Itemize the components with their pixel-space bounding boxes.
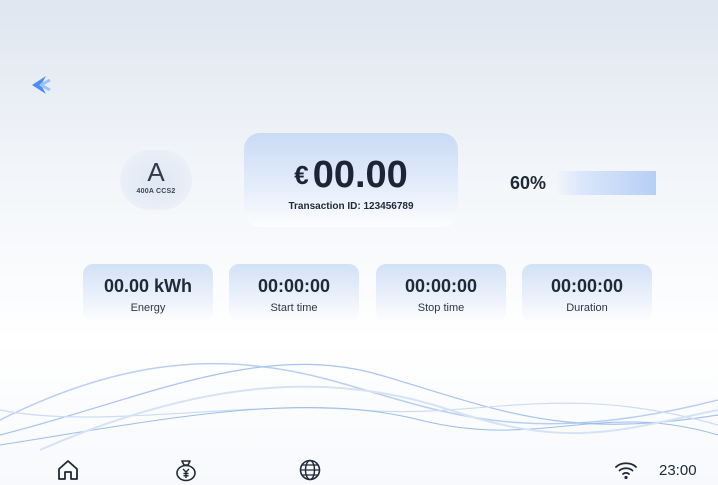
connector-specs: 400A CCS2 <box>136 188 176 195</box>
start-time-label: Start time <box>270 302 318 314</box>
start-time-value: 00:00:00 <box>257 276 331 296</box>
soc-bar <box>556 171 656 195</box>
currency-symbol: € <box>294 160 309 190</box>
duration-value: 00:00:00 <box>550 276 624 296</box>
amount-value: 00.00 <box>312 154 408 196</box>
energy-stat: 00.00 kWh Energy <box>83 264 213 322</box>
status-clock: 23:00 <box>659 462 697 479</box>
charge-amount: €00.00 <box>244 155 458 195</box>
transaction-id-value: 123456789 <box>363 201 414 212</box>
energy-label: Energy <box>130 302 166 314</box>
yen-money-bag-icon[interactable] <box>174 458 198 482</box>
home-icon[interactable] <box>56 458 80 482</box>
duration-stat: 00:00:00 Duration <box>522 264 652 322</box>
transaction-id: Transaction ID: 123456789 <box>244 201 458 212</box>
wifi-icon <box>615 462 637 480</box>
amount-card: €00.00 Transaction ID: 123456789 <box>244 133 458 227</box>
decorative-waves <box>0 362 718 451</box>
duration-label: Duration <box>566 302 608 314</box>
back-arrow-icon[interactable] <box>24 68 58 102</box>
start-time-stat: 00:00:00 Start time <box>229 264 359 322</box>
connector-letter: A <box>147 157 165 187</box>
soc-percentage: 60% <box>510 173 547 193</box>
energy-value: 00.00 kWh <box>103 276 193 296</box>
transaction-label: Transaction ID: <box>288 201 361 212</box>
globe-icon[interactable] <box>298 458 322 482</box>
stop-time-value: 00:00:00 <box>404 276 478 296</box>
charging-screen: A 400A CCS2 €00.00 Transaction ID: 12345… <box>0 0 718 485</box>
stop-time-label: Stop time <box>417 302 465 314</box>
stop-time-stat: 00:00:00 Stop time <box>376 264 506 322</box>
connector-badge: A 400A CCS2 <box>120 150 192 210</box>
